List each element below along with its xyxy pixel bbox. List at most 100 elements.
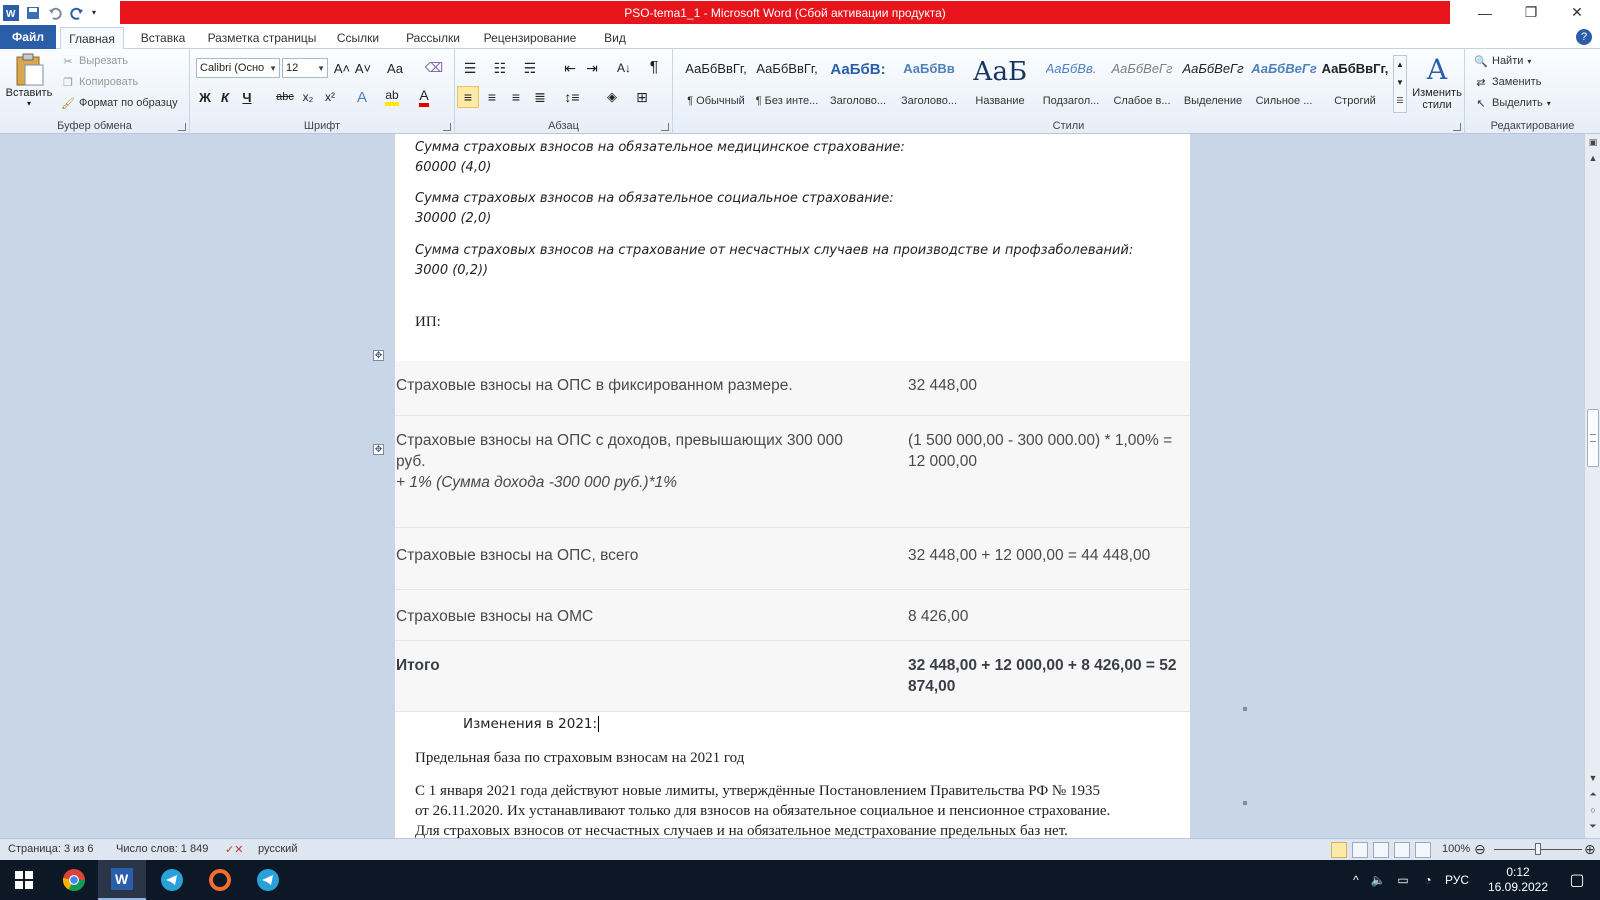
document-area[interactable]: Сумма страховых взносов на обязательное … bbox=[0, 134, 1584, 838]
justify-icon[interactable]: ≣ bbox=[529, 86, 551, 108]
strikethrough-button[interactable]: abc bbox=[274, 86, 296, 108]
sort-icon[interactable]: A↓ bbox=[613, 57, 635, 79]
style-tile[interactable]: АаБбВеГг Выделение bbox=[1178, 55, 1248, 111]
font-color-icon[interactable]: A bbox=[412, 86, 436, 108]
save-icon[interactable] bbox=[23, 3, 43, 23]
telegram-icon[interactable] bbox=[148, 860, 196, 900]
select-button[interactable]: ↖ Выделить ▾ bbox=[1473, 93, 1550, 113]
text-effects-icon[interactable]: A bbox=[350, 86, 374, 108]
italic-button[interactable]: К bbox=[216, 86, 234, 108]
style-tile[interactable]: АаБбВеГг Слабое в... bbox=[1107, 55, 1177, 111]
show-hidden-icons-icon[interactable]: ^ bbox=[1346, 860, 1366, 900]
zoom-in-icon[interactable]: ⊕ bbox=[1584, 841, 1596, 858]
document-page[interactable]: Сумма страховых взносов на обязательное … bbox=[395, 134, 1190, 838]
table-move-handle-icon[interactable]: ✥ bbox=[373, 444, 384, 455]
style-tile[interactable]: АаБбВв Заголово... bbox=[894, 55, 964, 111]
print-layout-view-icon[interactable] bbox=[1331, 842, 1347, 858]
replace-button[interactable]: ⇄ Заменить bbox=[1473, 72, 1541, 92]
style-tile[interactable]: АаБбВвГг, ¶ Обычный bbox=[681, 55, 751, 111]
style-tile[interactable]: АаБбВвГг, Строгий bbox=[1320, 55, 1390, 111]
table-move-handle-icon[interactable]: ✥ bbox=[373, 350, 384, 361]
align-left-icon[interactable]: ≡ bbox=[457, 86, 479, 108]
style-tile[interactable]: АаБбВвГг, ¶ Без инте... bbox=[752, 55, 822, 111]
paste-button[interactable]: Вставить ▾ bbox=[4, 53, 54, 113]
chrome-icon[interactable] bbox=[50, 860, 98, 900]
scroll-down-arrow-icon[interactable]: ▼ bbox=[1585, 770, 1600, 786]
format-painter-button[interactable]: 🖌 Формат по образцу bbox=[60, 93, 178, 113]
tab-mailings[interactable]: Рассылки bbox=[400, 27, 466, 49]
change-styles-button[interactable]: A Изменить стили bbox=[1409, 53, 1465, 117]
input-language-indicator[interactable]: РУС bbox=[1440, 860, 1474, 900]
restore-button[interactable]: ❐ bbox=[1508, 0, 1554, 25]
align-right-icon[interactable]: ≡ bbox=[505, 86, 527, 108]
style-tile[interactable]: АаБ Название bbox=[965, 55, 1035, 111]
redo-icon[interactable] bbox=[67, 3, 87, 23]
scrollbar-thumb[interactable] bbox=[1587, 409, 1599, 467]
clock[interactable]: 0:12 16.09.2022 bbox=[1480, 860, 1556, 900]
tab-view[interactable]: Вид bbox=[595, 27, 635, 49]
tab-review[interactable]: Рецензирование bbox=[475, 27, 585, 49]
cut-button[interactable]: ✂ Вырезать bbox=[60, 51, 128, 71]
browse-object-icon[interactable]: ○ bbox=[1585, 802, 1600, 818]
font-launcher-icon[interactable] bbox=[443, 123, 451, 131]
line-spacing-icon[interactable]: ↕≡ bbox=[559, 86, 585, 108]
page-indicator[interactable]: Страница: 3 из 6 bbox=[8, 843, 94, 855]
shading-icon[interactable]: ◈ bbox=[599, 86, 625, 108]
origin-icon[interactable] bbox=[196, 860, 244, 900]
close-button[interactable]: ✕ bbox=[1554, 0, 1600, 25]
paragraph-launcher-icon[interactable] bbox=[661, 123, 669, 131]
zoom-slider[interactable] bbox=[1494, 843, 1582, 855]
clear-formatting-icon[interactable]: ⌫ bbox=[424, 57, 444, 79]
zoom-out-icon[interactable]: ⊖ bbox=[1474, 841, 1486, 858]
clipboard-launcher-icon[interactable] bbox=[178, 123, 186, 131]
borders-icon[interactable]: ⊞ bbox=[629, 86, 655, 108]
tab-insert[interactable]: Вставка bbox=[130, 27, 196, 49]
minimize-button[interactable]: — bbox=[1462, 0, 1508, 25]
font-size-combo[interactable]: 12 ▼ bbox=[282, 58, 328, 78]
highlight-icon[interactable]: ab bbox=[380, 86, 404, 108]
tab-references[interactable]: Ссылки bbox=[330, 27, 386, 49]
volume-icon[interactable]: 🔈 bbox=[1368, 860, 1388, 900]
multilevel-list-icon[interactable]: ☴ bbox=[517, 57, 543, 79]
bullets-icon[interactable]: ☰ bbox=[457, 57, 483, 79]
telegram-icon[interactable] bbox=[244, 860, 292, 900]
underline-button[interactable]: Ч bbox=[238, 86, 256, 108]
bold-button[interactable]: Ж bbox=[196, 86, 214, 108]
styles-launcher-icon[interactable] bbox=[1453, 123, 1461, 131]
help-icon[interactable]: ? bbox=[1576, 29, 1592, 45]
style-tile[interactable]: АаБбВв. Подзагол... bbox=[1036, 55, 1106, 111]
windows-start-icon[interactable] bbox=[0, 860, 48, 900]
outline-view-icon[interactable] bbox=[1394, 842, 1410, 858]
decrease-indent-icon[interactable]: ⇤ bbox=[559, 57, 581, 79]
resize-handle-icon[interactable] bbox=[1243, 801, 1247, 805]
copy-button[interactable]: ❐ Копировать bbox=[60, 72, 138, 92]
tab-page-layout[interactable]: Разметка страницы bbox=[200, 27, 324, 49]
battery-icon[interactable]: ▭ bbox=[1392, 860, 1414, 900]
shrink-font-button[interactable]: A˅ bbox=[353, 57, 373, 79]
previous-page-icon[interactable]: ⏶ bbox=[1585, 786, 1600, 802]
superscript-button[interactable]: x² bbox=[320, 86, 340, 108]
increase-indent-icon[interactable]: ⇥ bbox=[581, 57, 603, 79]
tab-home[interactable]: Главная bbox=[60, 27, 124, 50]
styles-scroll[interactable]: ▲ ▼ ☰ bbox=[1393, 55, 1407, 113]
web-layout-icon[interactable] bbox=[1373, 842, 1389, 858]
network-icon[interactable]: ◔ bbox=[1418, 860, 1438, 900]
ruler-toggle-icon[interactable]: ▣ bbox=[1585, 134, 1600, 150]
style-tile[interactable]: АаБбВеГг Сильное ... bbox=[1249, 55, 1319, 111]
change-case-button[interactable]: Aa bbox=[382, 57, 408, 79]
spelling-check-icon[interactable]: ✓✕ bbox=[225, 843, 243, 856]
tab-file[interactable]: Файл bbox=[0, 25, 56, 49]
next-page-icon[interactable]: ⏷ bbox=[1585, 818, 1600, 834]
zoom-level[interactable]: 100% bbox=[1442, 843, 1470, 855]
vertical-scrollbar[interactable]: ▣ ▲ ▼ ⏶ ○ ⏷ bbox=[1584, 134, 1600, 838]
zoom-slider-thumb[interactable] bbox=[1535, 843, 1541, 855]
font-name-combo[interactable]: Calibri (Осно ▼ bbox=[196, 58, 280, 78]
style-tile[interactable]: АаБбВ: Заголово... bbox=[823, 55, 893, 111]
word-taskbar-icon[interactable]: W bbox=[98, 860, 146, 900]
numbering-icon[interactable]: ☷ bbox=[487, 57, 513, 79]
word-app-icon[interactable]: W bbox=[1, 3, 21, 23]
align-center-icon[interactable]: ≡ bbox=[481, 86, 503, 108]
show-formatting-button[interactable]: ¶ bbox=[643, 57, 665, 79]
language-indicator[interactable]: русский bbox=[258, 843, 297, 855]
scroll-up-arrow-icon[interactable]: ▲ bbox=[1585, 150, 1600, 166]
